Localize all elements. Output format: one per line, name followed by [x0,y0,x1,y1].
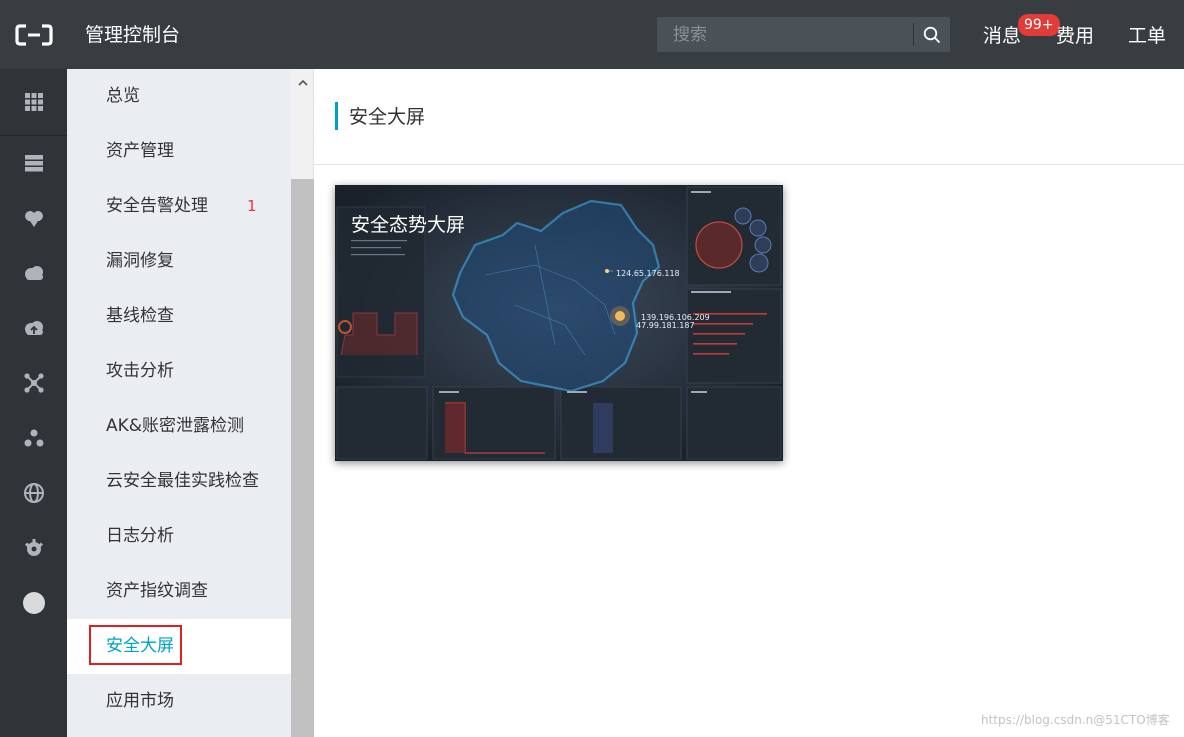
sidebar-item-security-screen[interactable]: 安全大屏 [67,619,291,674]
sidebar-item-app-market[interactable]: 应用市场 [67,674,291,729]
sidebar-item-label: 漏洞修复 [106,251,174,271]
messages-link[interactable]: 消息 [983,24,1021,48]
search-icon [923,26,941,43]
sidebar-item-alert-handling[interactable]: 安全告警处理 1 [67,179,291,234]
sidebar-item-asset-fingerprint[interactable]: 资产指纹调查 [67,564,291,619]
sidebar-item-label: 应用市场 [106,691,174,711]
messages-count-badge: 99+ [1018,14,1060,36]
sidebar-item-label: 资产指纹调查 [106,581,208,601]
sidebar-item-label: 总览 [106,86,140,106]
cloud-upload-icon[interactable] [0,308,67,348]
sidebar-item-label: 日志分析 [106,526,174,546]
iconbar-divider [0,135,67,136]
title-accent-bar [335,102,338,130]
main-content: 安全大屏 安全态势大屏 124.65.176.118 139.196.106.2… [314,69,1184,737]
grid-icon[interactable] [0,82,67,122]
cluster-icon[interactable] [0,418,67,458]
sidebar-item-best-practice-check[interactable]: 云安全最佳实践检查 [67,454,291,509]
globe-icon[interactable] [0,473,67,513]
sidebar-item-label: 安全大屏 [106,636,174,656]
ip-label-1: 124.65.176.118 [616,269,680,278]
sidebar-item-label: 攻击分析 [106,361,174,381]
sidebar-item-vulnerability-fix[interactable]: 漏洞修复 [67,234,291,289]
security-center-sidebar: 总览 资产管理 安全告警处理 1 漏洞修复 基线检查 攻击分析 AK&账密泄露检… [67,69,291,737]
ticket-link[interactable]: 工单 [1128,24,1166,48]
security-screen-thumbnail[interactable]: 安全态势大屏 124.65.176.118 139.196.106.209 47… [335,185,783,461]
sidebar-item-label: 基线检查 [106,306,174,326]
aliyun-logo-icon[interactable] [0,0,67,69]
sidebar-item-label: 安全告警处理 [106,196,208,216]
sidebar-item-overview[interactable]: 总览 [67,69,291,124]
cloud-icon[interactable] [0,253,67,293]
sidebar-item-label: 资产管理 [106,141,174,161]
sidebar-item-label: 云安全最佳实践检查 [106,471,259,491]
network-icon[interactable] [0,363,67,403]
billing-link[interactable]: 费用 [1056,24,1094,48]
security-shield-icon[interactable] [0,198,67,238]
page-title: 安全大屏 [349,106,426,128]
server-icon[interactable] [0,143,67,183]
scrollbar-thumb[interactable] [291,179,314,737]
product-icon-bar [0,69,67,737]
watermark: https://blog.csdn.n@51CTO博客 [981,713,1170,727]
sidebar-item-label: AK&账密泄露检测 [106,416,245,436]
settings-gear-icon[interactable] [0,528,67,568]
page-header: 安全大屏 [314,69,1184,165]
search-input[interactable] [657,17,913,52]
console-title[interactable]: 管理控制台 [85,22,180,48]
sidebar-item-ak-leak-detection[interactable]: AK&账密泄露检测 [67,399,291,454]
sidebar-item-asset-management[interactable]: 资产管理 [67,124,291,179]
sidebar-item-baseline-check[interactable]: 基线检查 [67,289,291,344]
ip-label-3: 47.99.181.187 [636,321,695,330]
search-box [657,17,950,52]
sidebar-scrollbar[interactable] [291,69,314,737]
search-button[interactable] [914,17,950,52]
scroll-up-arrow-icon[interactable] [291,69,314,95]
alert-count-badge: 1 [247,197,257,215]
top-navigation-bar: 管理控制台 消息 99+ 费用 工单 [0,0,1184,69]
dashboard-preview-title: 安全态势大屏 [351,214,466,236]
sidebar-item-log-analysis[interactable]: 日志分析 [67,509,291,564]
circle-icon[interactable] [0,583,67,623]
sidebar-item-attack-analysis[interactable]: 攻击分析 [67,344,291,399]
